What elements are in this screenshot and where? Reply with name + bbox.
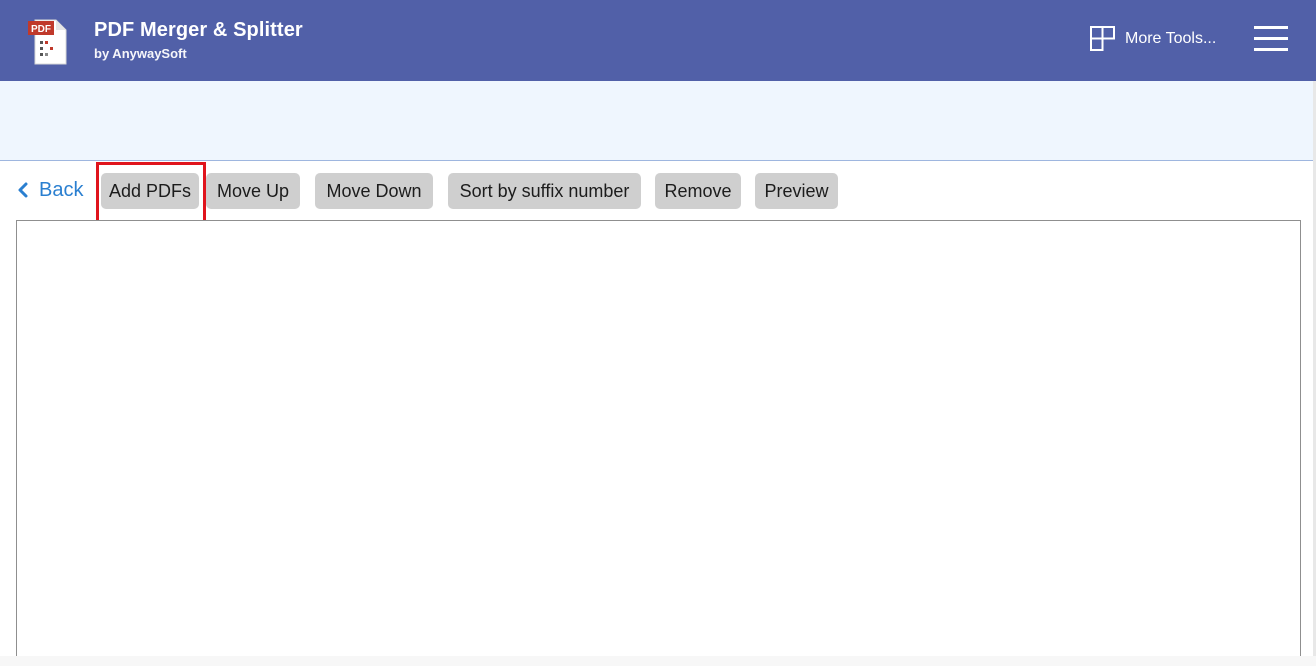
more-tools-button[interactable]: More Tools... [1090, 25, 1216, 53]
add-pdfs-highlight [96, 162, 206, 228]
grid-icon [1090, 26, 1115, 51]
window-bottom-edge [0, 656, 1316, 666]
back-button[interactable]: Back [17, 177, 83, 203]
pdf-merger-window: PDF PDF Merger & Splitter by AnywaySoft … [0, 0, 1316, 666]
preview-button[interactable]: Preview [755, 173, 838, 209]
back-label: Back [39, 178, 84, 201]
info-band [0, 81, 1316, 161]
more-tools-label: More Tools... [1125, 30, 1217, 47]
pdf-file-list[interactable] [16, 220, 1301, 665]
move-up-button[interactable]: Move Up [206, 173, 300, 209]
pdf-file-icon: PDF [28, 19, 67, 65]
chevron-left-icon [18, 182, 28, 198]
app-title: PDF Merger & Splitter [94, 19, 303, 41]
move-down-button[interactable]: Move Down [315, 173, 433, 209]
pdf-badge-text: PDF [31, 24, 51, 35]
app-header: PDF PDF Merger & Splitter by AnywaySoft … [0, 0, 1316, 81]
sort-by-suffix-button[interactable]: Sort by suffix number [448, 173, 641, 209]
app-subtitle: by AnywaySoft [94, 46, 187, 61]
hamburger-icon[interactable] [1250, 23, 1290, 55]
remove-button[interactable]: Remove [655, 173, 741, 209]
